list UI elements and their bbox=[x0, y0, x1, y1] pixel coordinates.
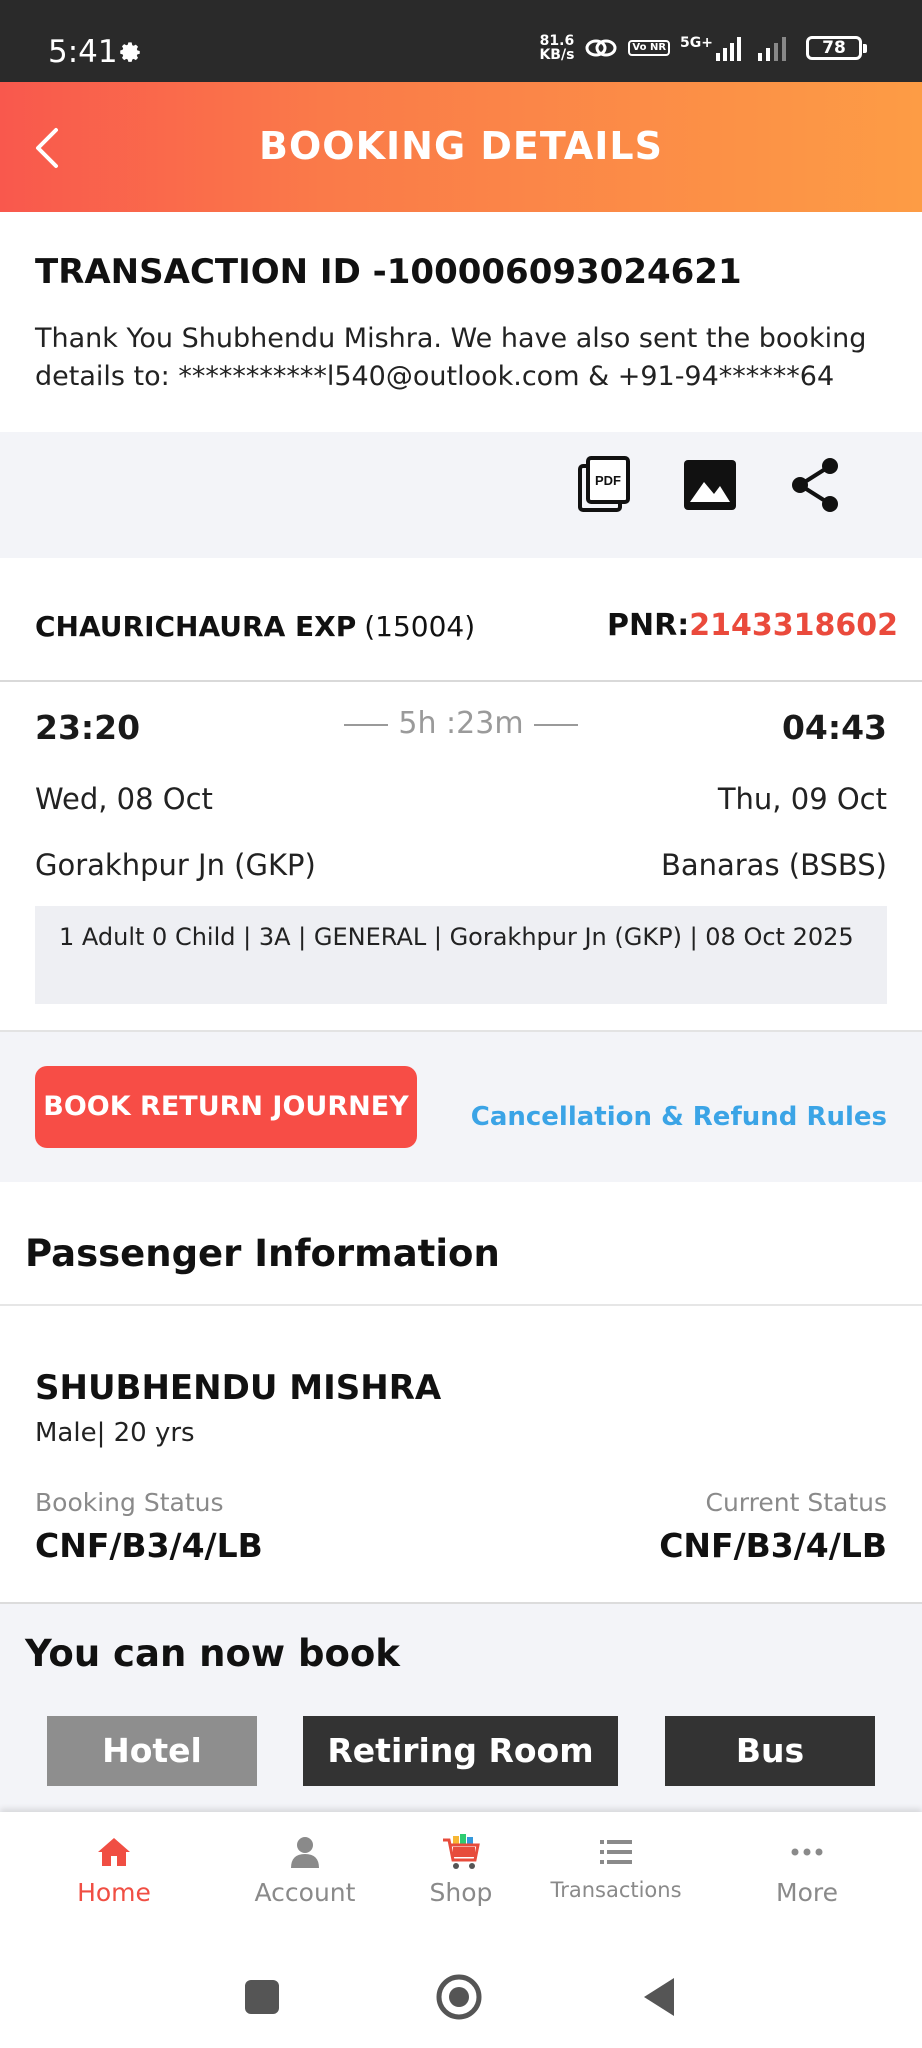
shop-cart-icon bbox=[443, 1834, 480, 1869]
nav-label: Home bbox=[77, 1878, 151, 1907]
passenger-section-header: Passenger Information bbox=[0, 1206, 922, 1306]
network-type: 5G+ bbox=[680, 35, 713, 51]
pnr-label: PNR: bbox=[607, 608, 690, 643]
page-title: BOOKING DETAILS bbox=[259, 124, 663, 168]
hotspot-link-icon bbox=[585, 39, 617, 57]
current-status-value: CNF/B3/4/LB bbox=[659, 1526, 887, 1565]
app-header: BOOKING DETAILS bbox=[0, 82, 922, 212]
nav-label: Transactions bbox=[550, 1878, 682, 1902]
divider bbox=[0, 680, 922, 682]
passenger-card: SHUBHENDU MISHRA Male| 20 yrs Booking St… bbox=[0, 1306, 922, 1604]
status-time: 5:41 bbox=[48, 34, 118, 70]
return-journey-bar: BOOK RETURN JOURNEY Cancellation & Refun… bbox=[0, 1030, 922, 1182]
train-number: (15004) bbox=[364, 610, 476, 643]
net-speed-unit: KB/s bbox=[539, 47, 575, 63]
nav-shop[interactable]: Shop bbox=[381, 1832, 541, 1907]
account-icon bbox=[291, 1837, 319, 1868]
journey-summary: 1 Adult 0 Child | 3A | GENERAL | Gorakhp… bbox=[35, 906, 887, 1004]
retiring-room-button[interactable]: Retiring Room bbox=[303, 1716, 618, 1786]
nav-more[interactable]: More bbox=[727, 1832, 887, 1907]
transaction-id: TRANSACTION ID -100006093024621 bbox=[35, 252, 742, 292]
transactions-icon bbox=[600, 1840, 632, 1864]
arrival-date: Thu, 09 Oct bbox=[717, 782, 887, 816]
booking-status-label: Booking Status bbox=[35, 1488, 224, 1517]
train-card: CHAURICHAURA EXP (15004) PNR:2143318602 2… bbox=[0, 558, 922, 1030]
more-icon bbox=[791, 1848, 823, 1856]
status-bar: 5:41 81.6 KB/s Vo NR 5G+ 78 bbox=[0, 0, 922, 82]
status-indicators: 81.6 KB/s Vo NR 5G+ 78 bbox=[539, 34, 867, 62]
image-icon[interactable] bbox=[680, 454, 740, 516]
passenger-name: SHUBHENDU MISHRA bbox=[35, 1368, 442, 1408]
nav-label: Shop bbox=[429, 1878, 493, 1907]
back-button-icon[interactable] bbox=[636, 1972, 686, 2022]
confirmation-message: Thank You Shubhendu Mishra. We have also… bbox=[35, 323, 867, 392]
to-station: Banaras (BSBS) bbox=[660, 848, 887, 882]
cancellation-refund-link[interactable]: Cancellation & Refund Rules bbox=[471, 1102, 887, 1132]
section-title: Passenger Information bbox=[25, 1232, 500, 1275]
home-button-icon[interactable] bbox=[434, 1972, 484, 2022]
pdf-icon[interactable]: PDF bbox=[574, 454, 634, 516]
duration-text: 5h :23m bbox=[398, 706, 524, 741]
nav-transactions[interactable]: Transactions bbox=[536, 1832, 696, 1902]
arrival-time: 04:43 bbox=[781, 708, 887, 747]
transaction-section: TRANSACTION ID -100006093024621 Thank Yo… bbox=[0, 212, 922, 432]
signal-strength-weak-icon bbox=[758, 37, 786, 61]
train-name: CHAURICHAURA EXP bbox=[35, 610, 357, 643]
current-status-label: Current Status bbox=[705, 1488, 887, 1517]
download-share-bar: PDF bbox=[0, 432, 922, 558]
nav-label: More bbox=[776, 1878, 838, 1907]
signal-strength-icon bbox=[716, 37, 741, 61]
book-return-journey-button[interactable]: BOOK RETURN JOURNEY bbox=[35, 1066, 417, 1148]
net-speed: 81.6 KB/s bbox=[539, 34, 574, 62]
from-station: Gorakhpur Jn (GKP) bbox=[35, 848, 316, 882]
pnr-value: 2143318602 bbox=[689, 608, 898, 643]
hotel-button[interactable]: Hotel bbox=[47, 1716, 257, 1786]
settings-gear-icon bbox=[120, 42, 140, 62]
nav-home[interactable]: Home bbox=[34, 1832, 194, 1907]
booking-status-value: CNF/B3/4/LB bbox=[35, 1526, 263, 1565]
train-name-row: CHAURICHAURA EXP (15004) bbox=[35, 610, 475, 643]
nav-label: Account bbox=[254, 1878, 356, 1907]
nav-account[interactable]: Account bbox=[225, 1832, 385, 1907]
recent-apps-icon[interactable] bbox=[237, 1972, 287, 2022]
pnr: PNR:2143318602 bbox=[607, 608, 898, 643]
home-icon bbox=[98, 1838, 130, 1866]
departure-date: Wed, 08 Oct bbox=[35, 782, 213, 816]
book-now-title: You can now book bbox=[25, 1632, 400, 1675]
passenger-meta: Male| 20 yrs bbox=[35, 1418, 195, 1448]
system-navigation-bar bbox=[0, 1942, 922, 2048]
bottom-navigation: Home Account Shop Transactions More bbox=[0, 1812, 922, 1942]
volte-badge: Vo NR bbox=[628, 40, 671, 56]
share-icon[interactable] bbox=[786, 454, 846, 516]
signal-5g: 5G+ bbox=[680, 35, 746, 61]
bus-button[interactable]: Bus bbox=[665, 1716, 875, 1786]
net-speed-value: 81.6 bbox=[539, 33, 575, 49]
battery-icon: 78 bbox=[806, 36, 867, 60]
svg-text:PDF: PDF bbox=[595, 473, 621, 488]
book-now-section: You can now book Hotel Retiring Room Bus bbox=[0, 1604, 922, 1812]
